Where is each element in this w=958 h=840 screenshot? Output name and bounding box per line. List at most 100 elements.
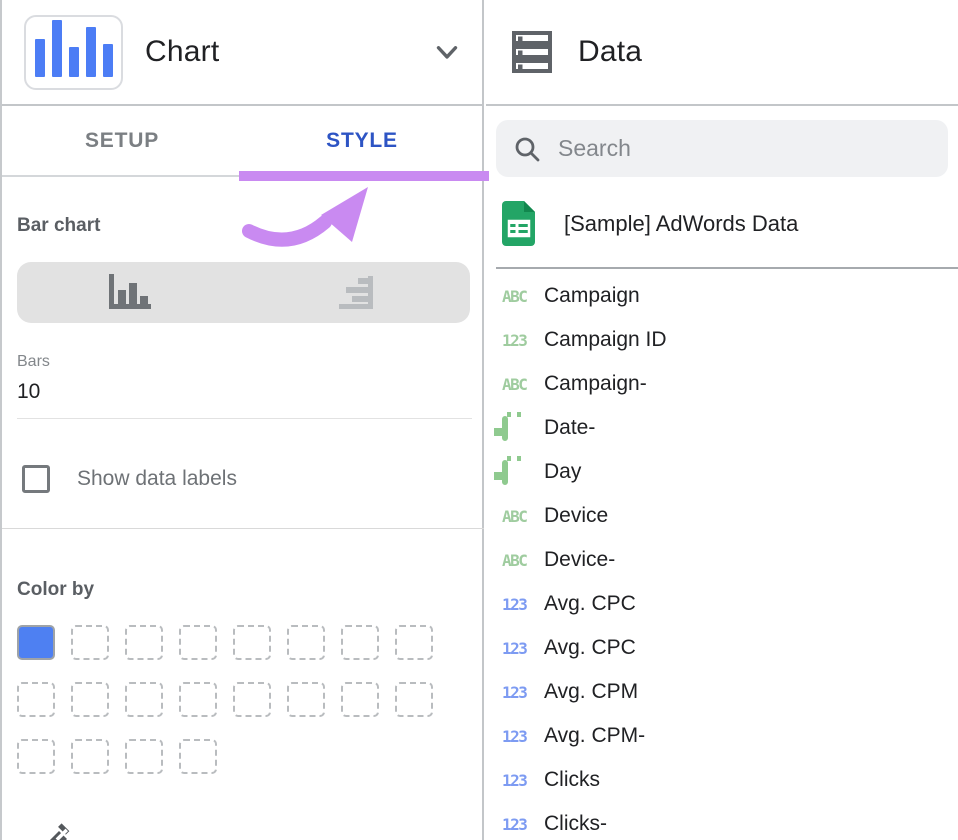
empty-color-swatch[interactable] xyxy=(125,739,163,774)
panel-title-chart: Chart xyxy=(145,35,219,69)
datasource-row[interactable]: [Sample] AdWords Data xyxy=(486,201,958,246)
data-list-icon xyxy=(510,29,556,75)
empty-color-swatch[interactable] xyxy=(287,625,325,660)
calendar-icon xyxy=(502,460,508,485)
field-label: Avg. CPM xyxy=(544,680,638,704)
calendar-icon xyxy=(502,416,508,441)
sheets-icon xyxy=(502,201,536,246)
field-label: Avg. CPM- xyxy=(544,724,645,748)
field-item[interactable]: 123 Clicks xyxy=(486,758,958,802)
field-item[interactable]: ABC Device xyxy=(486,494,958,538)
empty-color-swatch[interactable] xyxy=(395,682,433,717)
empty-color-swatch[interactable] xyxy=(341,625,379,660)
field-item[interactable]: 123 Clicks- xyxy=(486,802,958,840)
chevron-down-icon[interactable] xyxy=(430,35,464,69)
empty-color-swatch[interactable] xyxy=(71,625,109,660)
empty-color-swatch[interactable] xyxy=(125,682,163,717)
chart-panel-header: Chart xyxy=(2,0,482,106)
empty-color-swatch[interactable] xyxy=(71,682,109,717)
field-label: Device xyxy=(544,504,608,528)
show-data-labels-row: Show data labels xyxy=(17,465,482,493)
field-type-icon xyxy=(502,463,544,482)
edit-color-button[interactable] xyxy=(17,821,113,840)
empty-color-swatch[interactable] xyxy=(179,625,217,660)
color-by-section-title: Color by xyxy=(17,493,482,601)
field-type-icon: 123 xyxy=(502,771,544,790)
divider xyxy=(496,267,958,269)
empty-color-swatch[interactable] xyxy=(233,625,271,660)
field-type-icon: 123 xyxy=(502,595,544,614)
bars-label: Bars xyxy=(17,353,482,371)
show-data-labels-label: Show data labels xyxy=(77,467,237,491)
selected-color-swatch[interactable] xyxy=(17,625,55,660)
field-label: Avg. CPC xyxy=(544,636,636,660)
field-type-icon: 123 xyxy=(502,815,544,834)
column-chart-option[interactable] xyxy=(17,262,244,323)
empty-color-swatch[interactable] xyxy=(179,739,217,774)
empty-color-swatch[interactable] xyxy=(233,682,271,717)
pencil-icon xyxy=(25,821,77,840)
field-type-icon: 123 xyxy=(502,639,544,658)
field-type-icon: ABC xyxy=(502,551,544,570)
field-item[interactable]: ABC Campaign- xyxy=(486,362,958,406)
field-type-icon: 123 xyxy=(502,683,544,702)
field-type-icon: ABC xyxy=(502,287,544,306)
horizontal-bar-chart-icon xyxy=(337,274,377,312)
search-input[interactable] xyxy=(558,135,932,162)
field-label: Day xyxy=(544,460,581,484)
field-type-icon: ABC xyxy=(502,375,544,394)
show-data-labels-checkbox[interactable] xyxy=(22,465,50,493)
field-item[interactable]: ABC Campaign xyxy=(486,274,958,318)
chart-properties-panel: Chart SETUP STYLE Bar chart xyxy=(2,0,484,840)
field-label: Campaign- xyxy=(544,372,647,396)
empty-color-swatch[interactable] xyxy=(395,625,433,660)
field-item[interactable]: 123 Avg. CPM xyxy=(486,670,958,714)
data-panel-header: Data xyxy=(486,0,958,106)
field-item[interactable]: 123 Avg. CPC xyxy=(486,626,958,670)
empty-color-swatch[interactable] xyxy=(179,682,217,717)
tab-style[interactable]: STYLE xyxy=(242,106,482,175)
field-type-icon: 123 xyxy=(502,727,544,746)
field-label: Date- xyxy=(544,416,595,440)
field-item[interactable]: ABC Device- xyxy=(486,538,958,582)
empty-color-swatch[interactable] xyxy=(287,682,325,717)
field-search-box xyxy=(496,120,948,177)
search-icon xyxy=(512,134,542,164)
field-item[interactable]: 123 Avg. CPC xyxy=(486,582,958,626)
empty-color-swatch[interactable] xyxy=(341,682,379,717)
field-item[interactable]: Day xyxy=(486,450,958,494)
empty-color-swatch[interactable] xyxy=(71,739,109,774)
bar-chart-icon xyxy=(24,15,123,90)
field-item[interactable]: 123 Avg. CPM- xyxy=(486,714,958,758)
section-divider xyxy=(2,528,484,529)
data-panel: Data [Sample] AdWords Data xyxy=(486,0,958,840)
datasource-name: [Sample] AdWords Data xyxy=(564,211,798,237)
panel-title-data: Data xyxy=(578,35,642,69)
empty-color-swatch[interactable] xyxy=(125,625,163,660)
field-list: ABC Campaign 123 Campaign ID ABC Campaig… xyxy=(486,274,958,840)
horizontal-bar-chart-option[interactable] xyxy=(244,262,471,323)
empty-color-swatch[interactable] xyxy=(17,682,55,717)
field-type-icon: ABC xyxy=(502,507,544,526)
field-label: Clicks xyxy=(544,768,600,792)
field-label: Campaign xyxy=(544,284,640,308)
field-label: Clicks- xyxy=(544,812,607,836)
column-chart-icon xyxy=(107,274,153,312)
bars-count-input[interactable] xyxy=(17,380,137,404)
field-label: Avg. CPC xyxy=(544,592,636,616)
field-item[interactable]: Date- xyxy=(486,406,958,450)
curved-arrow-icon xyxy=(242,182,374,252)
chart-type-toggle xyxy=(17,262,470,323)
color-swatch-grid xyxy=(17,625,472,785)
tab-setup[interactable]: SETUP xyxy=(2,106,242,175)
style-tab-content: Bar chart xyxy=(2,177,482,840)
field-type-icon xyxy=(502,419,544,438)
looker-studio-properties: Chart SETUP STYLE Bar chart xyxy=(0,0,958,840)
setup-style-tabbar: SETUP STYLE xyxy=(2,106,482,177)
divider xyxy=(17,418,472,419)
empty-color-swatch[interactable] xyxy=(17,739,55,774)
style-tab-highlight xyxy=(239,171,489,181)
field-item[interactable]: 123 Campaign ID xyxy=(486,318,958,362)
field-type-icon: 123 xyxy=(502,331,544,350)
field-label: Campaign ID xyxy=(544,328,667,352)
